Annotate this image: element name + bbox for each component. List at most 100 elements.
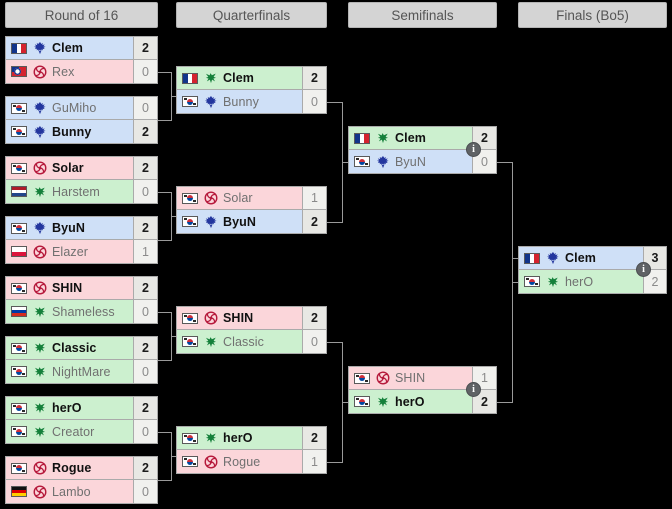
player-cell: Elazer [6, 240, 133, 263]
terran-icon [34, 125, 46, 138]
flag-nl [11, 186, 27, 197]
match-row-top[interactable]: herO 2 [176, 426, 327, 450]
protoss-icon [34, 366, 45, 377]
player-score: 0 [133, 180, 157, 203]
protoss-icon [34, 403, 45, 414]
match-row-bottom[interactable]: Creator 0 [5, 420, 158, 444]
player-name: Rogue [52, 461, 92, 475]
match-row-top[interactable]: Solar 1 [176, 186, 327, 210]
match-r16-7[interactable]: herO 2 Creator 0 [5, 396, 158, 444]
flag-kr [11, 366, 27, 377]
match-row-top[interactable]: GuMiho 0 [5, 96, 158, 120]
round-header-round-of-16: Round of 16 [5, 2, 158, 28]
match-row-top[interactable]: Classic 2 [5, 336, 158, 360]
match-row-top[interactable]: ByuN 2 [5, 216, 158, 240]
zerg-icon [33, 485, 47, 498]
match-row-bottom[interactable]: Classic 0 [176, 330, 327, 354]
player-name: Classic [52, 341, 97, 355]
match-row-top[interactable]: herO 2 [5, 396, 158, 420]
connector [158, 360, 172, 361]
zerg-icon [204, 191, 218, 205]
tournament-bracket: Round of 16 Quarterfinals Semifinals Fin… [0, 0, 672, 509]
player-cell: Clem [519, 247, 643, 269]
player-name: Clem [223, 71, 254, 85]
match-info-icon-sf-2[interactable]: i [466, 382, 481, 397]
match-row-bottom[interactable]: NightMare 0 [5, 360, 158, 384]
flag-kr [11, 162, 27, 174]
match-r16-8[interactable]: Rogue 2 Lambo 0 [5, 456, 158, 504]
player-score: 2 [133, 157, 157, 179]
connector [158, 192, 172, 193]
flag-kr [11, 462, 27, 474]
player-cell: Solar [6, 157, 133, 179]
match-row-bottom[interactable]: Harstem 0 [5, 180, 158, 204]
match-row-bottom[interactable]: Bunny 2 [5, 120, 158, 144]
zerg-icon [33, 161, 47, 175]
flag-kr [182, 432, 198, 444]
match-row-top[interactable]: SHIN 2 [176, 306, 327, 330]
flag-fr [524, 252, 540, 264]
match-row-top[interactable]: Clem 2 [176, 66, 327, 90]
match-row-top[interactable]: Solar 2 [5, 156, 158, 180]
match-row-top[interactable]: Rogue 2 [5, 456, 158, 480]
connector [158, 480, 172, 481]
flag-kr [182, 192, 198, 204]
match-r16-6[interactable]: Classic 2 NightMare 0 [5, 336, 158, 384]
player-name: SHIN [395, 371, 426, 385]
match-info-icon-sf-1[interactable]: i [466, 142, 481, 157]
connector [327, 342, 343, 343]
flag-kr [354, 396, 370, 407]
match-r16-1[interactable]: Clem 2 Rex 0 [5, 36, 158, 84]
player-score: 1 [302, 187, 326, 209]
match-row-top[interactable]: SHIN 2 [5, 276, 158, 300]
flag-fr [182, 72, 198, 84]
match-row-bottom[interactable]: Rogue 1 [176, 450, 327, 474]
match-r16-2[interactable]: GuMiho 0 Bunny 2 [5, 96, 158, 144]
player-score: 0 [302, 330, 326, 353]
match-info-icon-final[interactable]: i [636, 262, 651, 277]
match-qf-3[interactable]: SHIN 2 Classic 0 [176, 306, 327, 354]
player-score: 0 [133, 480, 157, 503]
protoss-icon [547, 276, 558, 287]
player-score: 2 [133, 37, 157, 59]
match-row-bottom[interactable]: Bunny 0 [176, 90, 327, 114]
match-qf-4[interactable]: herO 2 Rogue 1 [176, 426, 327, 474]
player-name: Clem [395, 131, 426, 145]
player-cell: Harstem [6, 180, 133, 203]
flag-kr [11, 102, 27, 114]
match-row-bottom[interactable]: Rex 0 [5, 60, 158, 84]
match-r16-5[interactable]: SHIN 2 Shameless 0 [5, 276, 158, 324]
player-score: 2 [133, 457, 157, 479]
player-name: herO [565, 274, 594, 289]
protoss-icon [34, 186, 45, 197]
match-row-top[interactable]: Clem 2 [5, 36, 158, 60]
match-qf-2[interactable]: Solar 1 ByuN 2 [176, 186, 327, 234]
flag-kr [11, 222, 27, 234]
player-name: Solar [52, 161, 84, 175]
zerg-icon [33, 281, 47, 295]
player-score: 0 [133, 300, 157, 323]
player-name: SHIN [52, 281, 83, 295]
match-row-bottom[interactable]: Lambo 0 [5, 480, 158, 504]
zerg-icon [204, 455, 218, 468]
player-name: Clem [52, 41, 83, 55]
match-r16-4[interactable]: ByuN 2 Elazer 1 [5, 216, 158, 264]
zerg-icon [33, 245, 47, 258]
match-row-bottom[interactable]: Elazer 1 [5, 240, 158, 264]
player-score: 2 [302, 67, 326, 89]
player-name: Shameless [52, 304, 115, 319]
match-row-bottom[interactable]: ByuN 2 [176, 210, 327, 234]
connector [158, 240, 172, 241]
player-cell: herO [349, 390, 472, 413]
player-cell: Rex [6, 60, 133, 83]
flag-kr [11, 402, 27, 414]
flag-kr [11, 126, 27, 137]
player-cell: ByuN [349, 150, 472, 173]
protoss-icon [377, 396, 388, 407]
match-r16-3[interactable]: Solar 2 Harstem 0 [5, 156, 158, 204]
match-row-bottom[interactable]: Shameless 0 [5, 300, 158, 324]
flag-kr [354, 156, 370, 167]
connector [497, 402, 513, 403]
zerg-icon [33, 461, 47, 475]
match-qf-1[interactable]: Clem 2 Bunny 0 [176, 66, 327, 114]
